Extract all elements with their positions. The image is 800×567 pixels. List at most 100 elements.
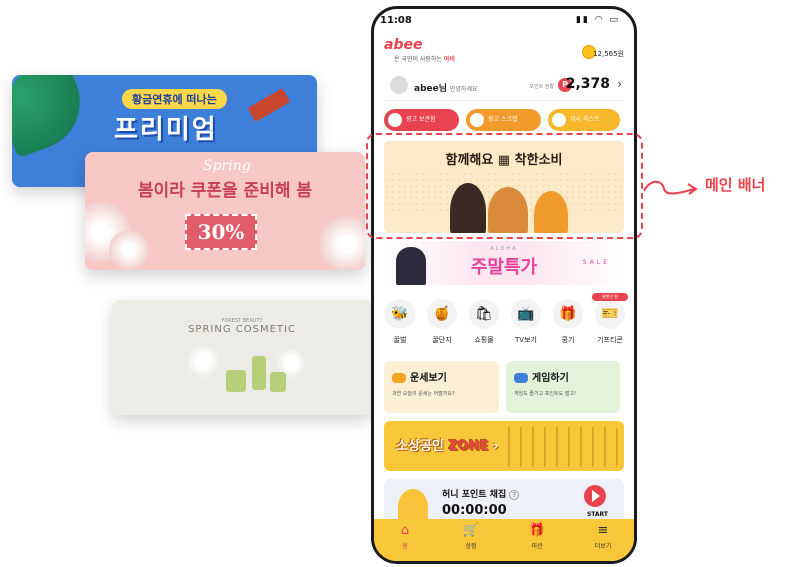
flower-decoration xyxy=(109,230,149,270)
user-greeting: abee님 안녕하세요 xyxy=(414,81,478,94)
scrap-icon xyxy=(470,113,484,127)
floating-banner-coupon: Spring 봄이라 쿠폰을 준비해 봄 30% xyxy=(85,152,365,270)
grid-label: 쿵기 xyxy=(561,336,575,344)
shop-illustration xyxy=(498,427,618,467)
fortune-title: 운세보기 xyxy=(410,373,447,384)
bottom-tab-bar: ⌂ 홈 🛒 상점 🎁 미션 ≡ 더보기 xyxy=(374,519,634,561)
bottle-decoration xyxy=(270,372,286,392)
gift-icon: 🎁 xyxy=(553,299,583,329)
tab-label: 미션 xyxy=(531,543,543,550)
fortune-title-row: 운세보기 xyxy=(392,369,491,384)
grid-label: 꿀벌 xyxy=(393,336,407,344)
battery-icon: ▭ xyxy=(609,15,620,25)
gift-icon: 🎁 xyxy=(528,523,546,538)
game-card[interactable]: 게임하기 게임도 즐기고 포인트도 벌고! xyxy=(506,361,620,413)
avatar xyxy=(390,76,408,94)
icon-grid: 🐝 꿀벌 🍯 꿀단지 🛍 쇼핑몰 📺 TV보기 🎁 쿵기 위챗인 편 🎫 기프티… xyxy=(380,293,630,349)
phone-frame: 11:08 ▮▮ ◠ ▭ abee 온 국민이 사랑하는 아비 12,565원 … xyxy=(371,6,637,564)
storage-icon xyxy=(388,113,402,127)
honey-title: 허니 포인트 채집? xyxy=(442,487,520,500)
grid-item-bee[interactable]: 🐝 꿀벌 xyxy=(380,299,420,345)
app-header: abee 온 국민이 사랑하는 아비 12,565원 xyxy=(384,37,624,71)
fortune-icon xyxy=(392,373,406,383)
flower-decoration xyxy=(186,344,220,378)
wish-list-button[interactable]: 위시 리스트 xyxy=(548,109,620,131)
app-logo[interactable]: abee xyxy=(384,37,422,53)
tab-label: 홈 xyxy=(402,543,408,550)
status-time: 11:08 xyxy=(380,15,412,26)
bee-icon: 🐝 xyxy=(385,299,415,329)
fortune-card[interactable]: 운세보기 과연 오늘의 운세는 어떨까요? xyxy=(384,361,499,413)
bottle-decoration xyxy=(226,370,246,392)
tab-label: 상점 xyxy=(465,543,477,550)
cart-icon: 🛒 xyxy=(462,523,480,538)
callout-label: 메인 배너 xyxy=(705,176,766,194)
weekend-banner[interactable]: ALOHA 주말특가 SALE xyxy=(384,241,624,285)
tab-mission[interactable]: 🎁 미션 xyxy=(512,523,562,550)
status-bar: 11:08 ▮▮ ◠ ▭ xyxy=(374,9,634,31)
point-value: 2,378 xyxy=(565,76,610,92)
user-name: abee님 xyxy=(414,84,448,94)
grid-item-tv[interactable]: 📺 TV보기 xyxy=(506,299,546,345)
point-label: 포인트 현황 xyxy=(529,84,554,90)
grid-item-gifticon[interactable]: 위챗인 편 🎫 기프티콘 xyxy=(590,293,630,345)
weekend-kicker: ALOHA xyxy=(490,246,518,252)
grid-label: TV보기 xyxy=(515,336,537,344)
coupon-title: 봄이라 쿠폰을 준비해 봄 xyxy=(137,181,313,201)
start-button[interactable] xyxy=(584,485,606,507)
grid-label: 기프티콘 xyxy=(597,336,623,344)
weekend-sale: SALE xyxy=(582,259,610,266)
tab-label: 더보기 xyxy=(594,543,612,550)
wish-list-label: 위시 리스트 xyxy=(570,116,600,123)
ad-storage-label: 광고 보관함 xyxy=(406,116,436,123)
honeypot-icon: 🍯 xyxy=(427,299,457,329)
start-label: START xyxy=(586,511,608,518)
fortune-subtitle: 과연 오늘의 운세는 어떨까요? xyxy=(392,391,455,397)
floating-banner-cosmetic: FOREST BEAUTY SPRING COSMETIC xyxy=(112,300,372,415)
grid-item-gift[interactable]: 🎁 쿵기 xyxy=(548,299,588,345)
home-icon: ⌂ xyxy=(400,523,410,538)
ad-storage-button[interactable]: 광고 보관함 xyxy=(384,109,459,131)
weekend-title: 주말특가 xyxy=(470,257,538,278)
zone-highlight: ZONE xyxy=(448,439,489,454)
tab-home[interactable]: ⌂ 홈 xyxy=(380,523,430,550)
flower-decoration xyxy=(319,216,365,270)
ad-scrap-label: 광고 스크랩 xyxy=(488,116,518,123)
gifticon-ribbon: 위챗인 편 xyxy=(592,293,628,301)
game-subtitle: 게임도 즐기고 포인트도 벌고! xyxy=(514,391,576,397)
tab-shop[interactable]: 🛒 상점 xyxy=(446,523,496,550)
main-banner-highlight xyxy=(366,133,643,239)
stage: 황금연휴에 떠나는 프리미엄 Spring 봄이라 쿠폰을 준비해 봄 30% … xyxy=(0,0,800,567)
wish-icon xyxy=(552,113,566,127)
callout-arrow-icon xyxy=(643,180,698,195)
grid-label: 꿀단지 xyxy=(432,336,452,344)
honey-timer: 00:00:00 xyxy=(442,503,507,518)
game-title: 게임하기 xyxy=(532,373,569,384)
tagline-brand: 아비 xyxy=(443,56,455,63)
user-row[interactable]: abee님 안녕하세요 포인트 현황 P 2,378 › xyxy=(384,73,624,101)
coupon-script: Spring xyxy=(203,158,251,174)
tv-icon: 📺 xyxy=(511,299,541,329)
premium-title: 프리미엄 xyxy=(114,115,218,145)
feature-cards: 운세보기 과연 오늘의 운세는 어떨까요? 게임하기 게임도 즐기고 포인트도 … xyxy=(384,361,624,413)
zone-prefix: 소상공인 xyxy=(396,439,444,454)
honey-title-text: 허니 포인트 채집 xyxy=(442,490,507,500)
ad-scrap-button[interactable]: 광고 스크랩 xyxy=(466,109,541,131)
gamepad-icon xyxy=(514,373,528,383)
quick-actions: 광고 보관함 광고 스크랩 위시 리스트 xyxy=(384,109,624,131)
zone-title: 소상공인 ZONE › xyxy=(396,435,499,454)
small-business-zone-banner[interactable]: 소상공인 ZONE › xyxy=(384,421,624,471)
gifticon-icon: 🎫 xyxy=(595,299,625,329)
chevron-right-icon[interactable]: › xyxy=(617,77,622,91)
header-points[interactable]: 12,565원 xyxy=(593,49,624,59)
tab-more[interactable]: ≡ 더보기 xyxy=(578,523,628,550)
shopping-bag-icon: 🛍 xyxy=(469,299,499,329)
greeting-text: 안녕하세요 xyxy=(449,86,478,93)
app-tagline: 온 국민이 사랑하는 아비 xyxy=(394,54,455,63)
grid-item-shopping[interactable]: 🛍 쇼핑몰 xyxy=(464,299,504,345)
tagline-prefix: 온 국민이 사랑하는 xyxy=(394,56,442,63)
menu-icon: ≡ xyxy=(597,523,609,538)
game-title-row: 게임하기 xyxy=(514,369,612,384)
help-icon[interactable]: ? xyxy=(509,489,520,500)
grid-item-honeypot[interactable]: 🍯 꿀단지 xyxy=(422,299,462,345)
